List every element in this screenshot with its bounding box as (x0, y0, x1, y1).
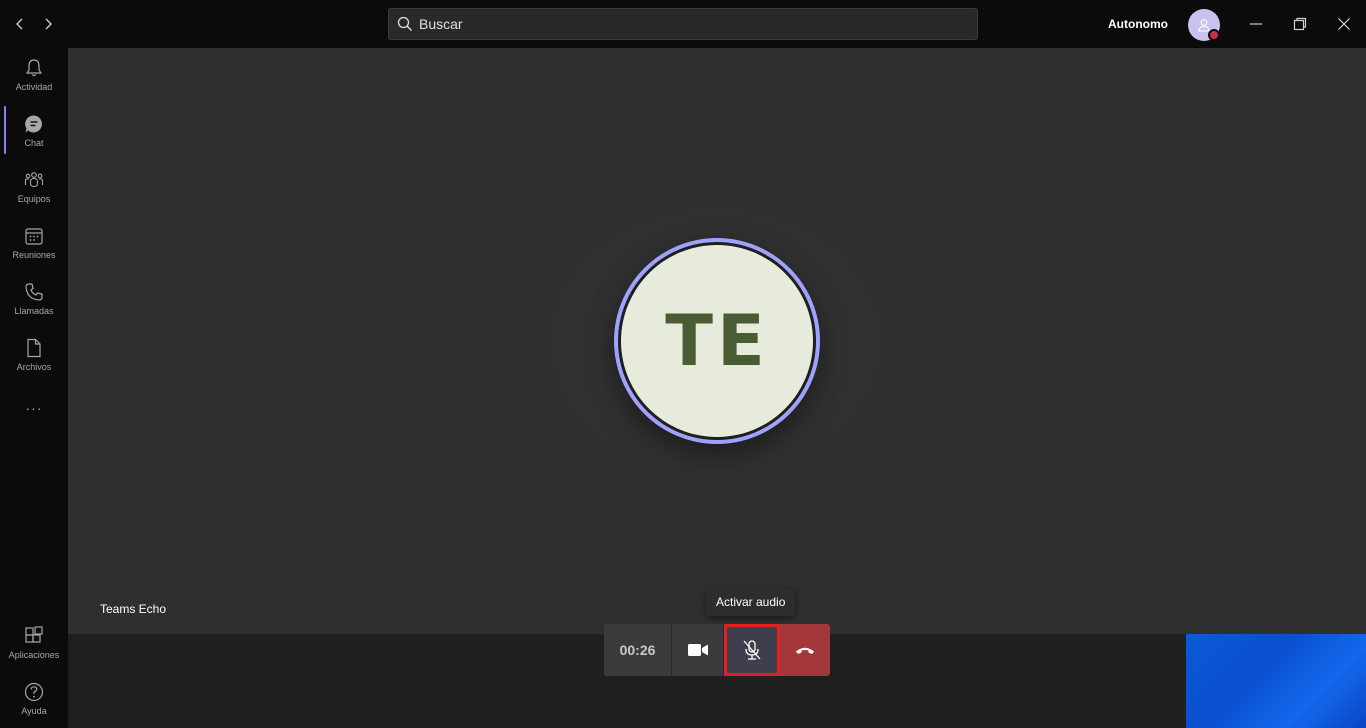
video-toggle-button[interactable] (672, 624, 724, 676)
rail-item-ayuda[interactable]: Ayuda (0, 672, 68, 724)
rail-item-equipos[interactable]: Equipos (0, 160, 68, 212)
account-name: Autonomo (1108, 17, 1168, 31)
search-icon (397, 16, 412, 31)
restore-icon (1293, 17, 1307, 31)
search-placeholder: Buscar (419, 16, 463, 32)
help-icon (24, 682, 44, 702)
mic-tooltip: Activar audio (706, 588, 796, 616)
chevron-right-icon[interactable] (36, 12, 60, 36)
unmute-button[interactable] (724, 624, 780, 676)
mic-off-icon (743, 640, 760, 660)
rail-label: Ayuda (21, 706, 47, 716)
title-bar: Buscar Autonomo (0, 0, 1366, 48)
rail-item-chat[interactable]: Chat (0, 104, 68, 156)
avatar-circle: TE (621, 245, 813, 437)
rail-label: Chat (24, 138, 44, 148)
participant-initials: TE (665, 300, 769, 382)
app-rail: Actividad Chat Equipos Reuniones Llamada… (0, 48, 68, 728)
teams-icon (24, 172, 44, 188)
rail-label: Aplicaciones (8, 650, 60, 660)
call-controls: 00:26 (604, 624, 830, 676)
calendar-icon (25, 228, 43, 245)
hang-up-icon (796, 647, 814, 654)
self-video-preview[interactable] (1186, 634, 1366, 728)
close-button[interactable] (1332, 12, 1356, 36)
rail-item-actividad[interactable]: Actividad (0, 48, 68, 100)
minimize-button[interactable] (1244, 12, 1268, 36)
participant-name: Teams Echo (100, 602, 167, 616)
file-icon (27, 338, 41, 358)
status-badge (1208, 29, 1220, 41)
phone-icon (25, 283, 43, 301)
participant-avatar: TE (614, 238, 820, 444)
chat-icon (25, 115, 42, 133)
rail-item-aplicaciones[interactable]: Aplicaciones (0, 616, 68, 668)
call-timer: 00:26 (604, 624, 672, 676)
rail-item-archivos[interactable]: Archivos (0, 328, 68, 380)
rail-item-llamadas[interactable]: Llamadas (0, 272, 68, 324)
rail-label: Equipos (17, 194, 51, 204)
video-camera-icon (687, 644, 708, 656)
minimize-icon (1250, 23, 1262, 25)
rail-label: Archivos (16, 362, 52, 372)
call-stage: TE Teams Echo (68, 48, 1366, 634)
rail-item-reuniones[interactable]: Reuniones (0, 216, 68, 268)
hang-up-button[interactable] (780, 624, 830, 676)
rail-label: Reuniones (12, 250, 56, 260)
avatar-border: TE (618, 242, 816, 440)
restore-button[interactable] (1288, 12, 1312, 36)
more-apps-button[interactable]: ··· (0, 400, 68, 416)
close-icon (1338, 18, 1350, 30)
search-input[interactable]: Buscar (388, 8, 978, 40)
bell-icon (25, 59, 43, 77)
chevron-left-icon[interactable] (8, 12, 32, 36)
rail-label: Llamadas (14, 306, 54, 316)
rail-label: Actividad (15, 82, 53, 92)
apps-icon (25, 626, 43, 643)
